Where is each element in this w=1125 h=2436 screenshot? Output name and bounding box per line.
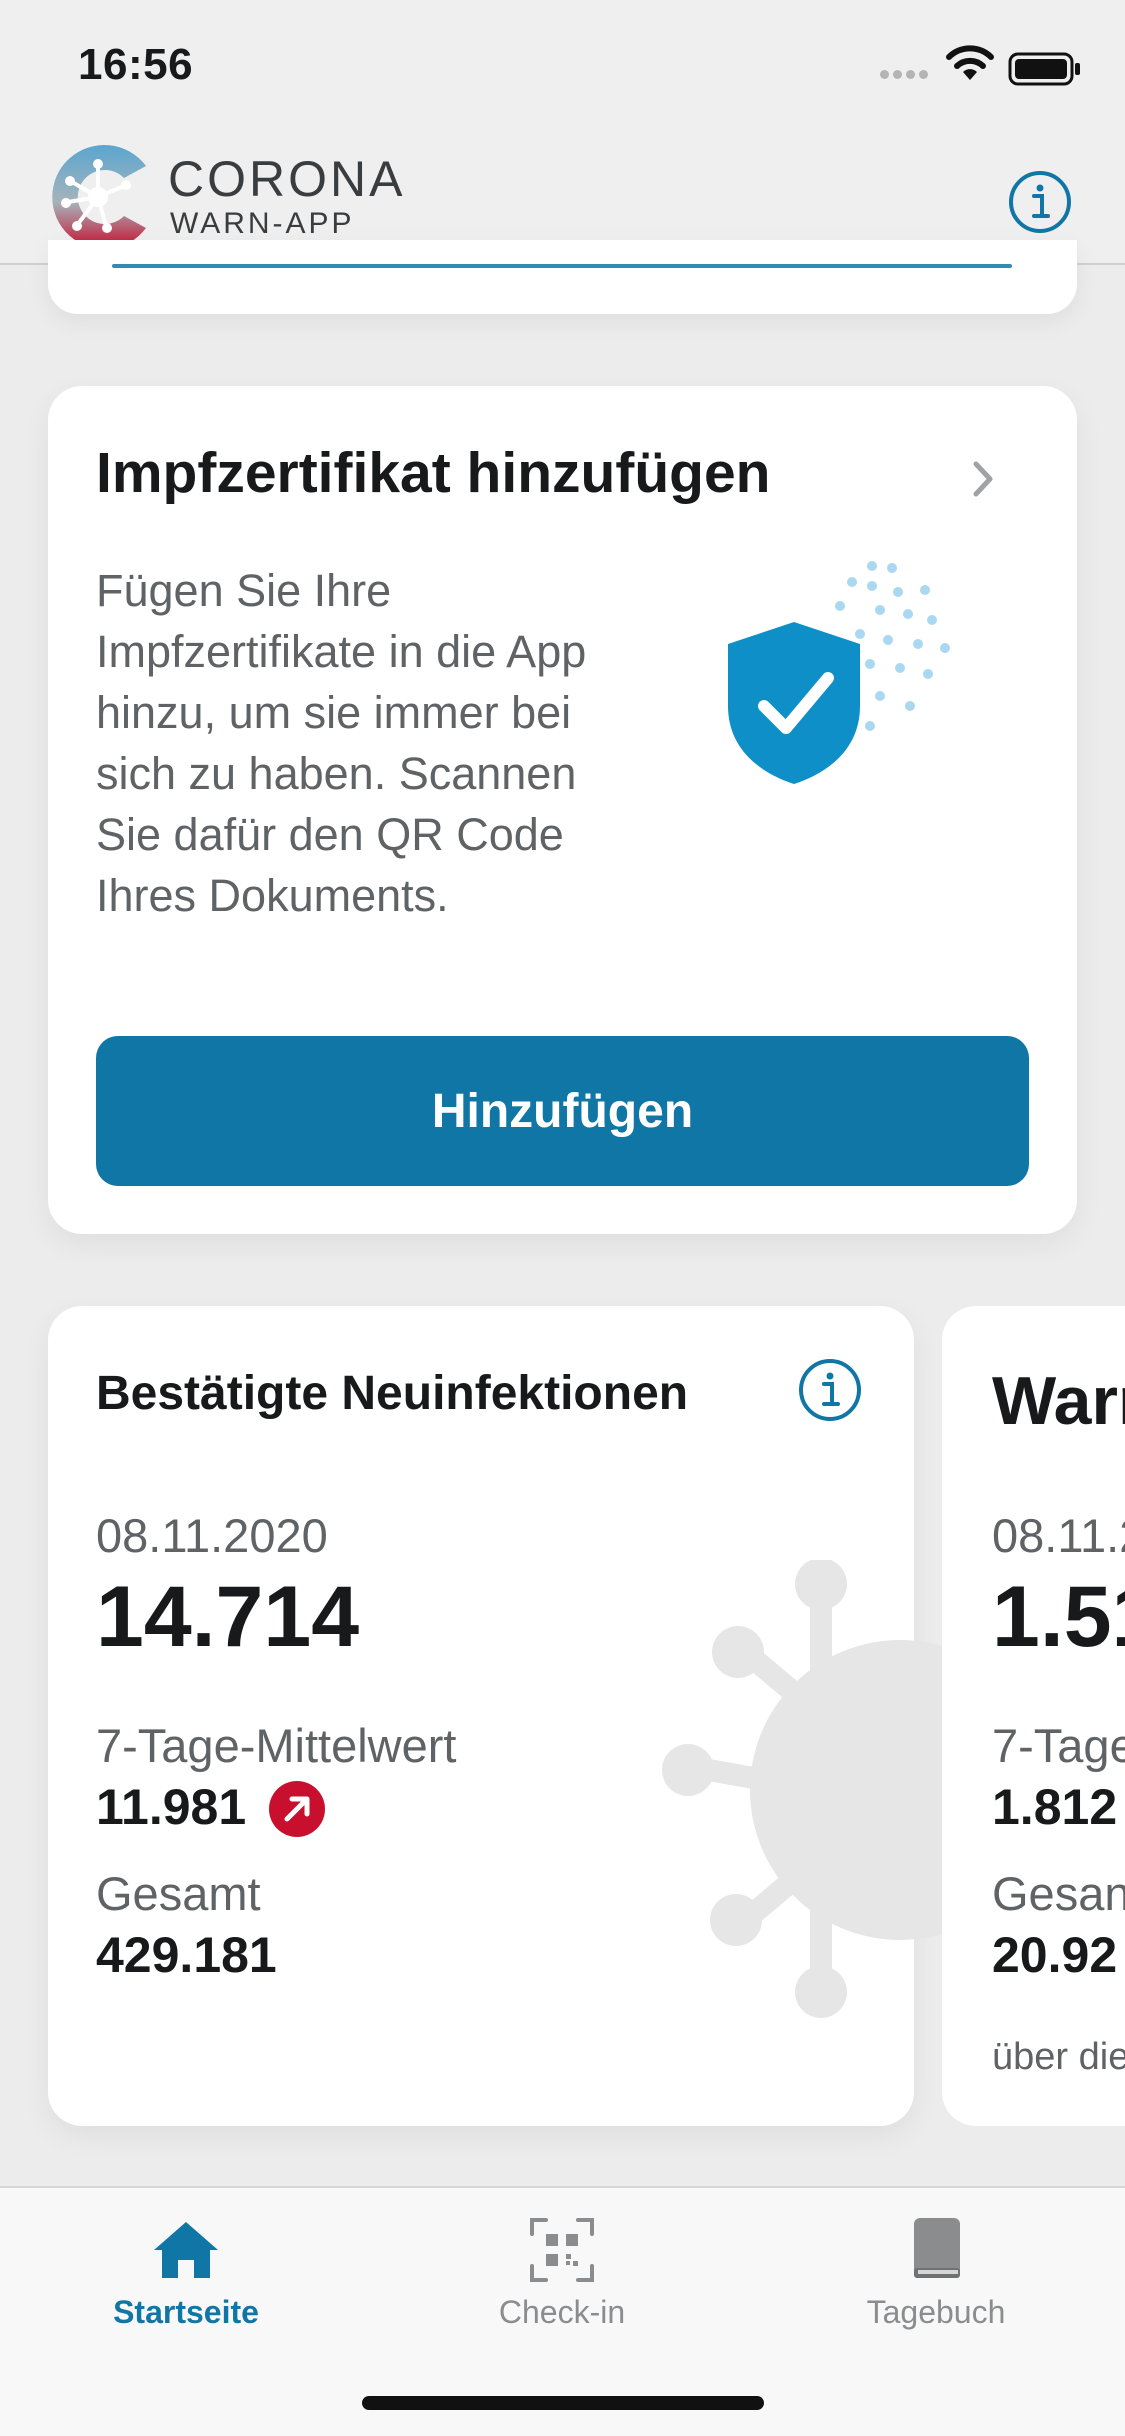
tab-startseite[interactable]: Startseite [56,2200,316,2340]
vaccination-card-title: Impfzertifikat hinzufügen [96,441,771,505]
stats2-main-value: 1.51 [992,1569,1125,1665]
stats2-total-value: 20.92 [992,1927,1118,1983]
add-certificate-button[interactable]: Hinzufügen [96,1036,1029,1186]
tab-check-in[interactable]: Check-in [432,2200,692,2340]
info-circle-icon[interactable] [1008,170,1072,234]
home-indicator[interactable] [362,2396,764,2410]
battery-icon [1008,52,1080,86]
stats2-footer-text: über die [992,2036,1125,2078]
cellular-signal-icon [880,62,932,80]
stats-7day-average-label: 7-Tage-Mittelwert [96,1719,457,1772]
trend-up-arrow-icon [269,1781,325,1837]
stats2-card-title: Warn [992,1363,1125,1439]
info-circle-icon[interactable] [798,1358,862,1422]
book-icon [914,2218,960,2278]
stats2-7day-average-label: 7-Tage [992,1719,1125,1772]
stats2-total-label: Gesan [992,1867,1125,1920]
vaccination-card-description: Fügen Sie Ihre Impfzertifikate in die Ap… [96,565,587,921]
tab-tagebuch[interactable]: Tagebuch [806,2200,1066,2340]
warnings-card: Warn 08.11.2 1.51 7-Tage 1.812 Gesan 20.… [942,1306,1125,2126]
chevron-right-icon[interactable] [968,458,998,500]
tab-label: Tagebuch [866,2294,1006,2330]
stats2-date: 08.11.2 [992,1509,1125,1562]
stats-main-value: 14.714 [96,1569,360,1665]
previous-card-divider [112,264,1012,268]
home-icon [154,2222,218,2278]
stats-total-label: Gesamt [96,1867,261,1920]
previous-card [48,240,1077,314]
stats-total-value: 429.181 [96,1927,277,1983]
tab-label: Check-in [498,2294,626,2330]
shield-check-icon [728,561,950,784]
tab-label: Startseite [113,2294,259,2330]
logo-title: CORONA [168,151,406,207]
stats2-7day-average-value: 1.812 [992,1779,1118,1835]
logo-subtitle: WARN-APP [170,207,355,240]
stats-7day-average-value: 11.981 [96,1779,247,1835]
stats-card-title: Bestätigte Neuinfektionen [96,1367,689,1420]
virus-icon [662,1560,950,2018]
status-time: 16:56 [78,40,194,89]
stats-date: 08.11.2020 [96,1509,328,1562]
wifi-icon [946,45,994,80]
qr-code-icon [530,2218,594,2282]
